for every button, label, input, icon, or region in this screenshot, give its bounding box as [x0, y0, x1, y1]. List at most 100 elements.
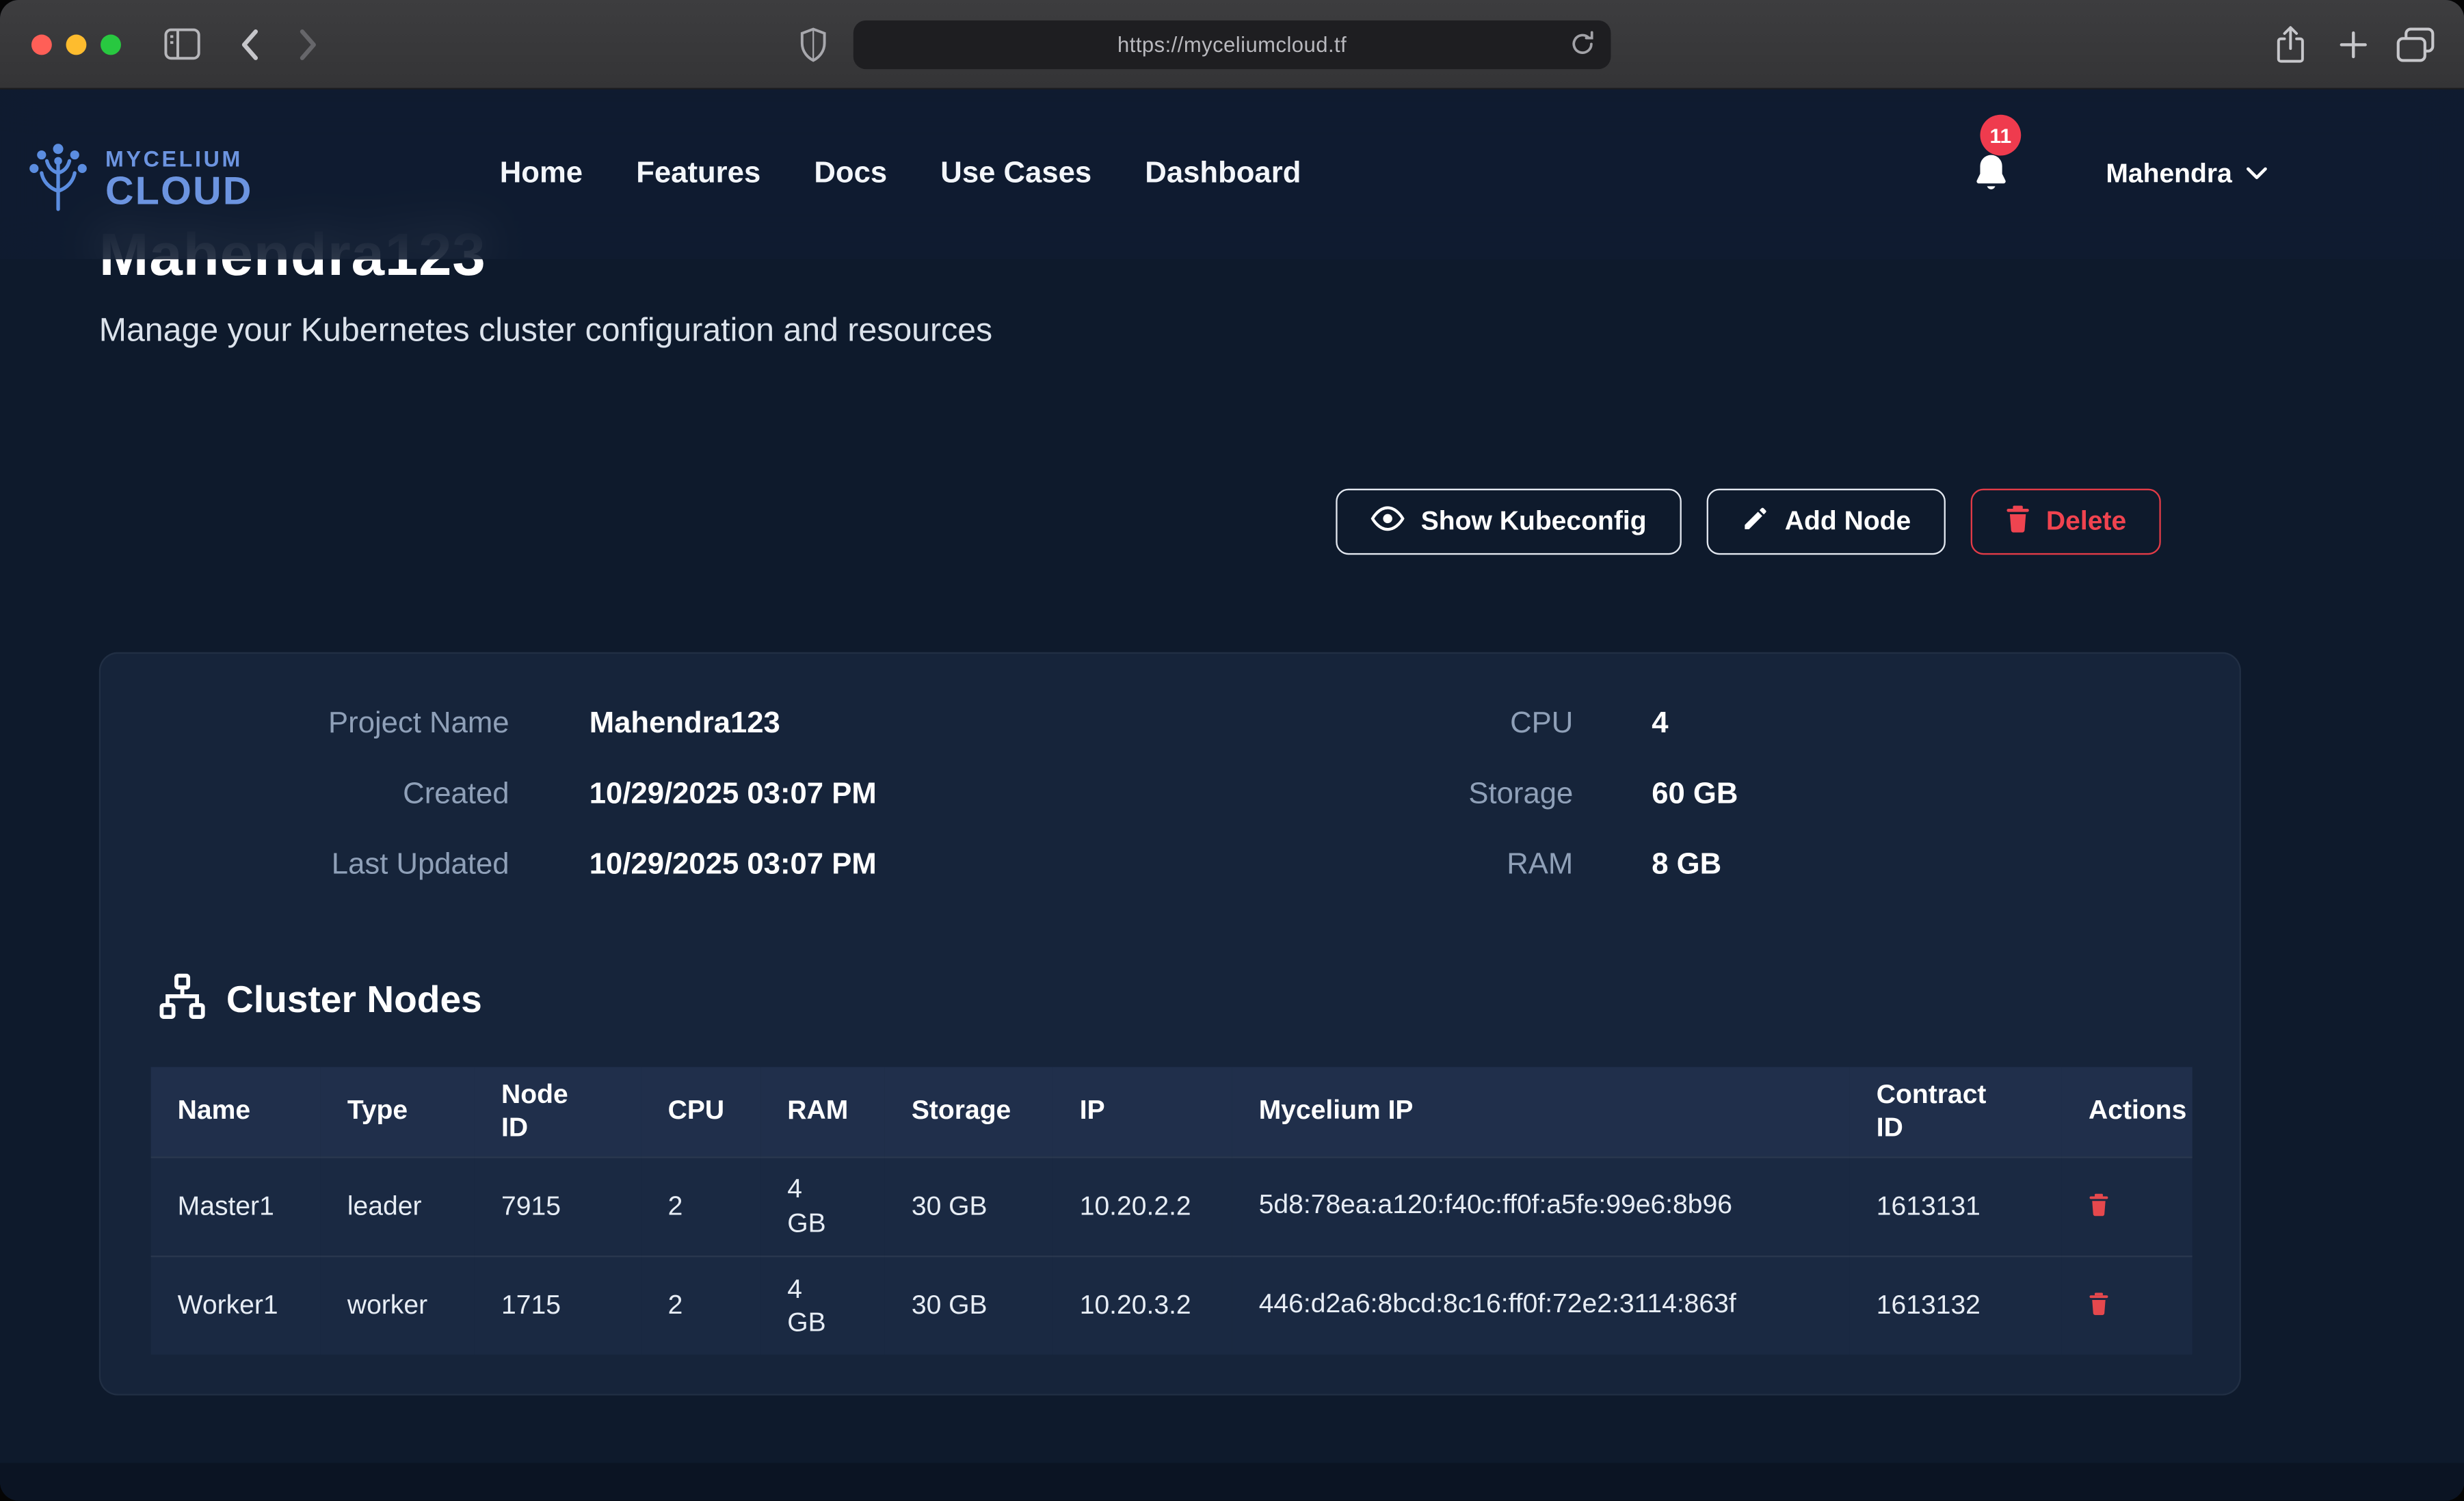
- share-icon[interactable]: [2274, 25, 2307, 64]
- project-name-label: Project Name: [101, 701, 509, 748]
- cell-actions: [2062, 1156, 2193, 1256]
- nav-link-dashboard[interactable]: Dashboard: [1145, 157, 1301, 192]
- new-tab-icon[interactable]: [2338, 30, 2368, 60]
- notification-badge: 11: [1980, 115, 2021, 156]
- cpu-label: CPU: [1169, 701, 1574, 748]
- page-subtitle: Manage your Kubernetes cluster configura…: [99, 313, 992, 350]
- url-text: https://myceliumcloud.tf: [1117, 33, 1347, 56]
- table-header-row: Name Type Node ID CPU RAM Storage IP Myc…: [151, 1067, 2193, 1156]
- user-name: Mahendra: [2106, 159, 2232, 190]
- cluster-nodes-icon: [159, 972, 206, 1027]
- col-contract-id: Contract ID: [1850, 1067, 2062, 1156]
- nav-link-home[interactable]: Home: [500, 157, 583, 192]
- cell-mycelium-ip: 5d8:78ea:a120:f40c:ff0f:a5fe:99e6:8b96: [1232, 1156, 1850, 1256]
- col-node-id: Node ID: [475, 1067, 641, 1156]
- col-mycelium-ip: Mycelium IP: [1232, 1067, 1850, 1156]
- last-updated-label: Last Updated: [101, 842, 509, 890]
- back-icon[interactable]: [239, 28, 259, 61]
- nodes-table: Name Type Node ID CPU RAM Storage IP Myc…: [151, 1067, 2193, 1355]
- cell-name: Worker1: [151, 1256, 321, 1355]
- webpage: Mahendra123 Manage your Kubernetes clust…: [0, 90, 2464, 1501]
- cell-ram: 4 GB: [760, 1156, 885, 1256]
- eye-icon: [1370, 504, 1405, 540]
- cluster-nodes-header: Cluster Nodes: [159, 972, 482, 1027]
- cell-storage: 30 GB: [885, 1256, 1053, 1355]
- ram-label: RAM: [1169, 842, 1574, 890]
- nav-link-docs[interactable]: Docs: [814, 157, 887, 192]
- delete-label: Delete: [2046, 506, 2126, 537]
- storage-label: Storage: [1169, 771, 1574, 819]
- col-name: Name: [151, 1067, 321, 1156]
- logo-line2: CLOUD: [105, 173, 253, 212]
- cell-actions: [2062, 1256, 2193, 1355]
- delete-node-button[interactable]: [2089, 1192, 2109, 1220]
- col-cpu: CPU: [641, 1067, 761, 1156]
- cell-cpu: 2: [641, 1156, 761, 1256]
- close-window-icon[interactable]: [31, 35, 52, 55]
- col-actions: Actions: [2062, 1067, 2193, 1156]
- cell-type: worker: [321, 1256, 475, 1355]
- address-bar[interactable]: https://myceliumcloud.tf: [853, 21, 1611, 69]
- cell-name: Master1: [151, 1156, 321, 1256]
- zoom-window-icon[interactable]: [101, 35, 121, 55]
- logo-line1: MYCELIUM: [105, 148, 253, 170]
- table-row: Master1 leader 7915 2 4 GB 30 GB 10.20.2…: [151, 1156, 2193, 1256]
- add-node-button[interactable]: Add Node: [1706, 489, 1946, 555]
- footer-band: [0, 1463, 2464, 1500]
- site-logo[interactable]: MYCELIUM CLOUD: [22, 140, 253, 220]
- minimize-window-icon[interactable]: [66, 35, 87, 55]
- show-kubeconfig-button[interactable]: Show Kubeconfig: [1336, 489, 1682, 555]
- created-label: Created: [101, 771, 509, 819]
- created-value: 10/29/2025 03:07 PM: [589, 771, 877, 819]
- trash-icon: [2089, 1291, 2109, 1319]
- detail-created: Created 10/29/2025 03:07 PM Storage 60 G…: [101, 771, 2240, 819]
- detail-project-name: Project Name Mahendra123 CPU 4: [101, 701, 2240, 748]
- last-updated-value: 10/29/2025 03:07 PM: [589, 842, 877, 890]
- trash-icon: [2089, 1192, 2109, 1220]
- col-ip: IP: [1053, 1067, 1232, 1156]
- mycelium-logo-icon: [22, 140, 94, 220]
- col-storage: Storage: [885, 1067, 1053, 1156]
- cluster-actions: Show Kubeconfig Add Node: [1336, 489, 2161, 555]
- cpu-value: 4: [1652, 701, 1668, 748]
- cell-ip: 10.20.2.2: [1053, 1156, 1232, 1256]
- cell-node-id: 1715: [475, 1256, 641, 1355]
- cell-mycelium-ip: 446:d2a6:8bcd:8c16:ff0f:72e2:3114:863f: [1232, 1256, 1850, 1355]
- detail-last-updated: Last Updated 10/29/2025 03:07 PM RAM 8 G…: [101, 842, 2240, 890]
- browser-window: https://myceliumcloud.tf Mahendra12: [0, 0, 2464, 1501]
- project-name-value: Mahendra123: [589, 701, 780, 748]
- cell-ip: 10.20.3.2: [1053, 1256, 1232, 1355]
- table-row: Worker1 worker 1715 2 4 GB 30 GB 10.20.3…: [151, 1256, 2193, 1355]
- pencil-icon: [1740, 504, 1768, 540]
- forward-icon[interactable]: [299, 28, 319, 61]
- bell-icon[interactable]: [1971, 152, 2012, 204]
- ram-value: 8 GB: [1652, 842, 1721, 890]
- cell-contract-id: 1613132: [1850, 1256, 2062, 1355]
- user-menu[interactable]: Mahendra: [2106, 90, 2268, 259]
- logo-text: MYCELIUM CLOUD: [105, 148, 253, 212]
- chevron-down-icon: [2247, 160, 2268, 188]
- sidebar-toggle-icon[interactable]: [163, 28, 201, 61]
- nav-link-features[interactable]: Features: [636, 157, 760, 192]
- tabs-overview-icon[interactable]: [2396, 27, 2434, 63]
- cluster-nodes-title: Cluster Nodes: [226, 979, 482, 1022]
- storage-value: 60 GB: [1652, 771, 1738, 819]
- cell-ram: 4 GB: [760, 1256, 885, 1355]
- cell-contract-id: 1613131: [1850, 1156, 2062, 1256]
- cell-type: leader: [321, 1156, 475, 1256]
- show-kubeconfig-label: Show Kubeconfig: [1421, 506, 1647, 537]
- nav-links: Home Features Docs Use Cases Dashboard: [500, 90, 1301, 259]
- add-node-label: Add Node: [1785, 506, 1911, 537]
- cell-storage: 30 GB: [885, 1156, 1053, 1256]
- site-navbar: MYCELIUM CLOUD Home Features Docs Use Ca…: [0, 90, 2464, 259]
- delete-cluster-button[interactable]: Delete: [1971, 489, 2161, 555]
- browser-chrome: https://myceliumcloud.tf: [0, 0, 2464, 90]
- nav-link-use-cases[interactable]: Use Cases: [940, 157, 1091, 192]
- trash-icon: [2005, 504, 2030, 540]
- delete-node-button[interactable]: [2089, 1291, 2109, 1319]
- cell-cpu: 2: [641, 1256, 761, 1355]
- reload-icon[interactable]: [1568, 30, 1596, 66]
- cell-node-id: 7915: [475, 1156, 641, 1256]
- cluster-card: Project Name Mahendra123 CPU 4 Created 1…: [99, 652, 2241, 1396]
- shield-icon[interactable]: [798, 27, 828, 63]
